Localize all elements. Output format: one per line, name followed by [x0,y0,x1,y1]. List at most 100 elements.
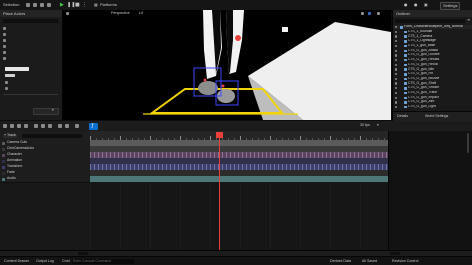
visibility-eye-icon[interactable] [395,73,398,76]
left-shoe [198,81,218,95]
grid-snap-icon[interactable] [361,12,364,15]
property-input-small[interactable] [5,74,15,77]
options-dropdown[interactable] [33,108,59,115]
lit-button[interactable]: Lit [139,11,143,16]
vertical-scrollbar[interactable] [467,133,469,153]
more-options-icon[interactable]: ⋮ [82,2,87,8]
console-command-input[interactable] [72,258,134,264]
visibility-eye-icon[interactable] [395,58,398,62]
visibility-eye-icon[interactable] [395,63,398,66]
outliner-tab[interactable]: Outliner [393,10,472,17]
start-frame-field[interactable] [78,251,88,256]
track-section[interactable] [90,152,388,158]
unreal-editor-window: Selection ▶ ❚❚ ■ ⋮ ▦ Platforms ● ● ▣ Set… [0,0,472,265]
viewport-menu-icon[interactable] [66,12,69,15]
visibility-eye-icon[interactable] [395,105,398,109]
cmd-dropdown[interactable]: Cmd [62,259,70,264]
track-section[interactable] [90,140,388,146]
level-viewport[interactable]: Perspective Lit [63,10,391,120]
panel-tab-label: Place Actors [3,10,26,16]
sequencer-save-icon[interactable] [3,124,7,128]
track-row-label[interactable]: Audio [0,176,90,183]
track-section[interactable] [90,164,388,170]
visibility-eye-icon[interactable] [395,54,398,57]
track-section[interactable] [90,146,388,152]
filter-options-icon[interactable] [58,124,62,128]
visibility-eye-icon[interactable] [395,26,398,29]
visibility-eye-icon[interactable] [395,87,398,90]
world-settings-tab[interactable]: World Settings [425,114,448,119]
visual-effects-icon[interactable] [3,57,6,60]
outliner-item[interactable]: C7S_G_gun_Light [393,105,472,109]
content-drawer-button[interactable]: Content Drawer [4,259,29,264]
settings-button[interactable]: Settings [440,2,461,10]
visibility-eye-icon[interactable] [395,82,398,85]
outliner-search-field[interactable] [395,18,465,23]
visibility-eye-icon[interactable] [395,49,398,52]
track-search-field[interactable] [22,133,82,138]
visibility-eye-icon[interactable] [395,40,398,43]
actor-icon [404,49,407,53]
track-section[interactable] [90,176,388,182]
track-area[interactable] [90,140,388,251]
auto-key-icon[interactable] [41,124,45,128]
recent-icon[interactable] [3,27,6,30]
platforms-dropdown[interactable]: Platforms [100,3,117,7]
cinematics-icon[interactable] [47,3,51,7]
track-section[interactable] [90,170,388,176]
details-tab[interactable]: Details [397,114,408,119]
cinematic-icon[interactable] [3,51,6,54]
basic-icon[interactable] [3,33,6,36]
filter-icon[interactable]: ≡ [467,18,470,22]
outliner-item-label: C7S_1_Lightstage [408,39,436,43]
track-type-icon [2,141,5,145]
save-icon[interactable] [26,3,30,7]
mode-dropdown[interactable]: Selection [3,3,19,7]
frame-rate-dropdown[interactable]: 30 fps [360,123,370,128]
outliner-item-label: C7S_G_gun_Attack [408,48,438,52]
track-section[interactable] [90,158,388,164]
blueprint-icon[interactable] [40,3,44,7]
bone-marker [203,78,207,82]
panel-search-field[interactable] [3,19,58,23]
end-frame-field[interactable] [390,251,400,256]
playback-options-icon[interactable] [48,124,52,128]
visibility-eye-icon[interactable] [395,96,398,99]
notification-icon[interactable]: ● [414,2,418,7]
play-icon[interactable]: ▶ [60,2,64,8]
perspective-button[interactable]: Perspective [111,11,130,16]
visibility-eye-icon[interactable] [395,77,398,81]
output-log-button[interactable]: Output Log [36,259,54,264]
visibility-eye-icon[interactable] [395,101,398,104]
add-track-button[interactable]: + Track [3,133,17,139]
camera-speed-icon[interactable] [368,12,371,15]
lights-icon[interactable] [3,39,6,42]
visibility-eye-icon[interactable] [395,91,398,95]
snap-icon[interactable] [34,124,38,128]
outliner-item-label: C7S_1_Camera [408,34,433,38]
render-movie-icon[interactable] [17,124,21,128]
revision-control-button[interactable]: Revision Control [392,259,418,264]
visibility-eye-icon[interactable] [395,30,398,34]
all-saved-button[interactable]: All Saved [362,259,377,264]
derived-data-button[interactable]: Derived Data [330,259,351,264]
property-input[interactable] [5,67,29,71]
sequencer-browse-icon[interactable] [10,124,14,128]
shapes-icon[interactable] [3,45,6,48]
camera-lock-icon[interactable] [24,124,28,128]
visibility-eye-icon[interactable] [395,44,398,48]
edit-options-icon[interactable] [75,124,79,128]
visibility-eye-icon[interactable] [395,35,398,38]
playhead-handle[interactable] [216,131,223,138]
curve-editor-button[interactable]: ƒ [89,122,98,130]
key-options-icon[interactable] [65,124,69,128]
visibility-eye-icon[interactable] [395,68,398,71]
panel-tab[interactable]: Place Actors [0,10,62,17]
outliner-list: Form_CharacterBlueprint_Seq_Normal C7S_1_… [393,25,472,110]
maximize-icon[interactable] [377,12,380,15]
content-icon[interactable] [33,3,37,7]
stop-icon[interactable]: ■ [75,2,80,8]
source-control-icon[interactable]: ● [404,2,408,7]
layout-icon[interactable]: ▣ [424,2,428,7]
viewport-toolbar: Perspective Lit [63,10,391,18]
